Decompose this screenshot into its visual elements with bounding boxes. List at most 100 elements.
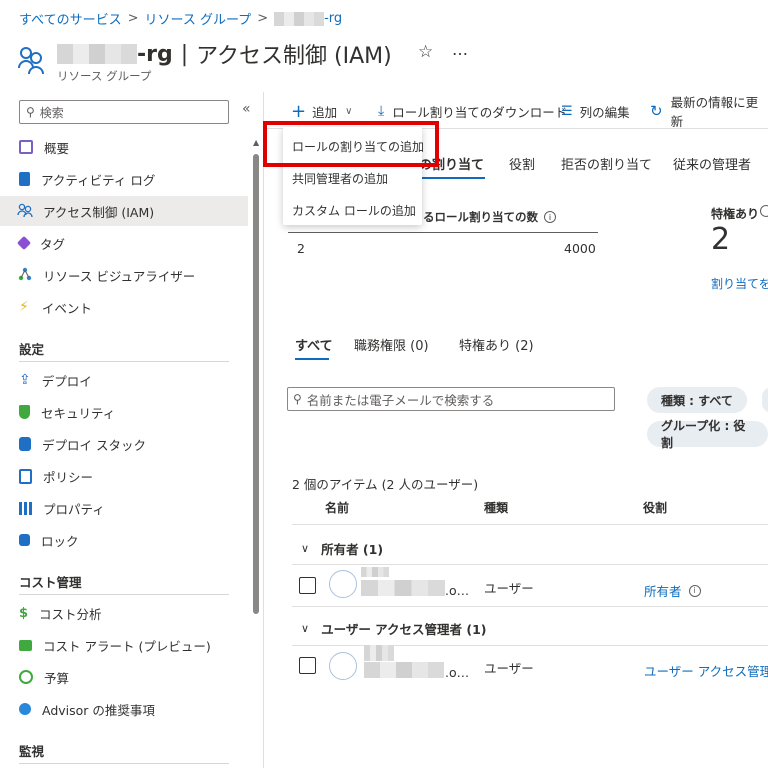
title-redacted-name	[57, 44, 137, 64]
sidebar-item-label: デプロイ	[41, 373, 92, 389]
policy-icon	[19, 468, 32, 484]
divider	[19, 594, 229, 595]
sidebar-search-placeholder: 検索	[39, 105, 64, 120]
info-icon[interactable]: i	[688, 584, 701, 597]
sidebar-section-cost: コスト管理	[19, 575, 82, 590]
row-type: ユーザー	[484, 661, 534, 676]
table-header-divider	[292, 524, 768, 525]
tab-roles[interactable]: 役割	[509, 154, 535, 173]
properties-icon	[19, 501, 32, 515]
star-icon[interactable]: ☆	[418, 42, 433, 62]
active-filter-indicator	[295, 358, 329, 360]
scrollbar-thumb[interactable]	[253, 154, 259, 614]
sidebar-item-budget[interactable]: 予算	[0, 662, 248, 692]
count-label-text: るロール割り当ての数	[423, 210, 538, 224]
sidebar-item-label: タグ	[40, 236, 66, 252]
sidebar-item-deploy[interactable]: ⇪ デプロイ	[0, 365, 248, 395]
breadcrumb-separator: >	[257, 11, 269, 26]
menu-item-add-custom-role[interactable]: カスタム ロールの追加	[292, 202, 416, 219]
sidebar-item-policy[interactable]: ポリシー	[0, 461, 248, 491]
plus-icon: +	[291, 100, 307, 122]
assignment-count-max: 4000	[564, 241, 596, 256]
filter-tab-job-function[interactable]: 職務権限 (0)	[354, 335, 429, 354]
sidebar-item-label: ロック	[41, 533, 79, 549]
advisor-icon	[19, 703, 31, 715]
scroll-up-arrow[interactable]: ▲	[253, 138, 259, 147]
tab-deny-assignments[interactable]: 拒否の割り当て	[561, 154, 652, 173]
sidebar-item-security[interactable]: セキュリティ	[0, 397, 248, 427]
column-header-type[interactable]: 種類	[484, 499, 508, 516]
title-suffix: -rg	[137, 41, 173, 67]
sidebar-section-monitor: 監視	[19, 744, 45, 759]
download-icon: ⤓	[378, 103, 385, 119]
sidebar-item-label: リソース ビジュアライザー	[43, 268, 196, 284]
filter-tab-privileged[interactable]: 特権あり (2)	[459, 335, 534, 354]
sidebar-item-advisor[interactable]: Advisor の推奨事項	[0, 694, 248, 724]
role-link-user-access-admin[interactable]: ユーザー アクセス管理者	[644, 661, 768, 680]
resource-group-icon	[17, 44, 49, 80]
group-header-owner[interactable]: ∨ 所有者 (1)	[301, 539, 383, 558]
deploy-stack-icon	[19, 437, 31, 451]
divider	[19, 361, 229, 362]
page-subtitle: リソース グループ	[57, 69, 152, 83]
sidebar-item-iam[interactable]: アクセス制御 (IAM)	[0, 196, 248, 226]
activity-log-icon	[19, 172, 30, 186]
group-by-chip[interactable]: グループ化 : 役割	[647, 419, 768, 450]
redacted-user-name	[361, 567, 389, 577]
row-checkbox[interactable]	[299, 577, 316, 594]
divider	[19, 763, 229, 764]
tab-classic-administrators[interactable]: 従来の管理者	[673, 154, 751, 173]
sidebar-item-properties[interactable]: プロパティ	[0, 493, 248, 523]
sidebar-item-events[interactable]: ⚡ イベント	[0, 292, 248, 322]
download-role-assignments-button[interactable]: ⤓ ロール割り当てのダウンロード	[378, 100, 567, 122]
cost-alert-icon	[19, 639, 32, 651]
breadcrumb-current[interactable]: -rg	[324, 11, 342, 26]
breadcrumb-resource-groups[interactable]: リソース グループ	[144, 9, 251, 28]
page-name: アクセス制御 (IAM)	[196, 44, 392, 69]
row-checkbox[interactable]	[299, 657, 316, 674]
name-email-search-input[interactable]: ⚲ 名前または電子メールで検索する	[287, 387, 615, 411]
sidebar-item-resource-visualizer[interactable]: リソース ビジュアライザー	[0, 260, 248, 290]
visualizer-icon	[18, 267, 32, 284]
info-icon[interactable]: i	[544, 211, 556, 223]
chevron-down-icon: ∨	[301, 622, 310, 635]
chevron-down-icon: ∨	[345, 105, 353, 117]
search-icon: ⚲	[26, 105, 35, 119]
type-filter-chip[interactable]: 種類 : すべて	[647, 387, 747, 413]
menu-item-add-co-administrator[interactable]: 共同管理者の追加	[292, 170, 388, 187]
more-options-button[interactable]: …	[452, 40, 468, 59]
sidebar-item-lock[interactable]: ロック	[0, 525, 248, 555]
breadcrumb-separator: >	[127, 11, 139, 26]
refresh-button[interactable]: ↻ 最新の情報に更新	[650, 95, 768, 129]
role-label: 所有者	[644, 584, 682, 599]
email-suffix: .o…	[445, 583, 470, 598]
column-header-name[interactable]: 名前	[325, 499, 349, 516]
role-assignment-count-label: るロール割り当ての数 i	[423, 209, 556, 225]
role-link-owner[interactable]: 所有者 i	[644, 581, 701, 600]
filter-tab-all[interactable]: すべて	[295, 335, 333, 354]
refresh-icon: ↻	[650, 102, 663, 120]
edit-columns-button[interactable]: ☰ 列の編集	[561, 100, 630, 122]
sidebar-search-input[interactable]: ⚲ 検索	[19, 100, 229, 124]
sidebar-item-deploy-stack[interactable]: デプロイ スタック	[0, 429, 248, 459]
redacted-user-email	[361, 580, 445, 596]
iam-icon	[17, 203, 33, 220]
budget-icon	[19, 670, 33, 684]
redacted-user-name	[364, 645, 394, 661]
group-header-user-access-admin[interactable]: ∨ ユーザー アクセス管理者 (1)	[301, 619, 487, 638]
sidebar-item-cost-analysis[interactable]: $ コスト分析	[0, 598, 248, 628]
info-icon[interactable]	[760, 205, 768, 217]
sidebar-item-overview[interactable]: 概要	[0, 132, 248, 162]
sidebar-item-activity-log[interactable]: アクティビティ ログ	[0, 164, 248, 194]
column-header-role[interactable]: 役割	[643, 499, 667, 516]
security-icon	[19, 405, 30, 419]
assignment-progress-track	[288, 232, 598, 233]
breadcrumb-all-services[interactable]: すべてのサービス	[19, 9, 122, 28]
add-button[interactable]: + 追加 ∨	[291, 100, 352, 122]
sidebar-scrollbar[interactable]: ▲	[250, 132, 262, 768]
sidebar-item-tags[interactable]: タグ	[0, 228, 248, 258]
collapse-sidebar-button[interactable]: «	[242, 101, 251, 117]
view-assignments-link[interactable]: 割り当てを表	[711, 275, 768, 292]
sidebar-item-cost-alerts[interactable]: コスト アラート (プレビュー)	[0, 630, 248, 660]
filter-chip-partial[interactable]	[762, 387, 768, 413]
